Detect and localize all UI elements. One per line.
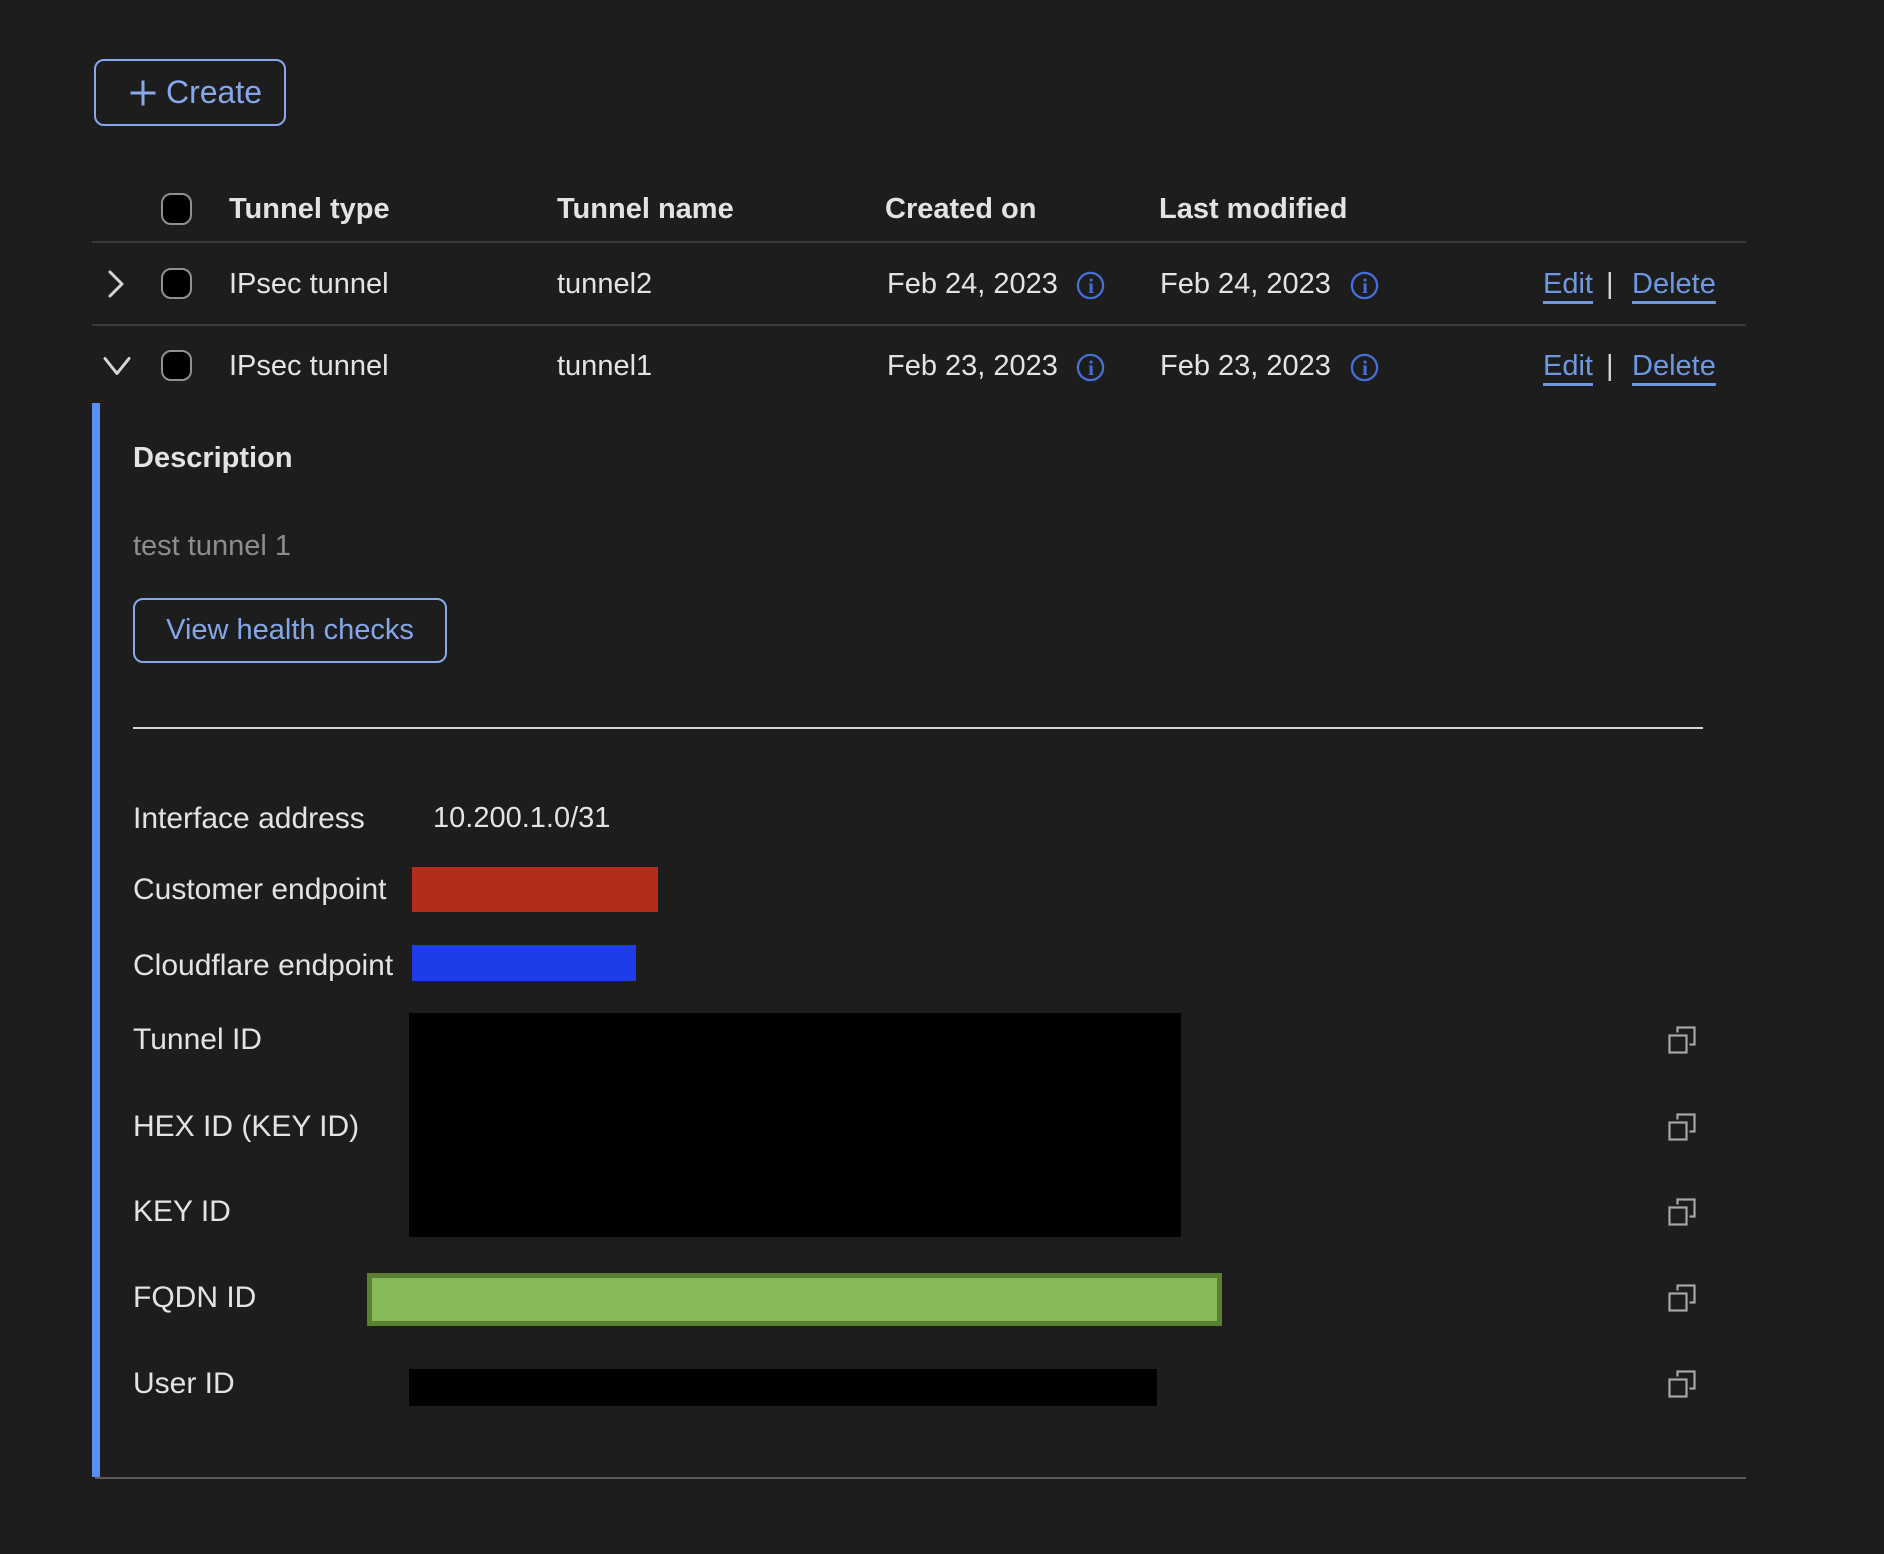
svg-text:i: i xyxy=(1362,356,1368,380)
svg-text:i: i xyxy=(1362,274,1368,298)
svg-text:i: i xyxy=(1088,356,1094,380)
svg-text:i: i xyxy=(1088,274,1094,298)
